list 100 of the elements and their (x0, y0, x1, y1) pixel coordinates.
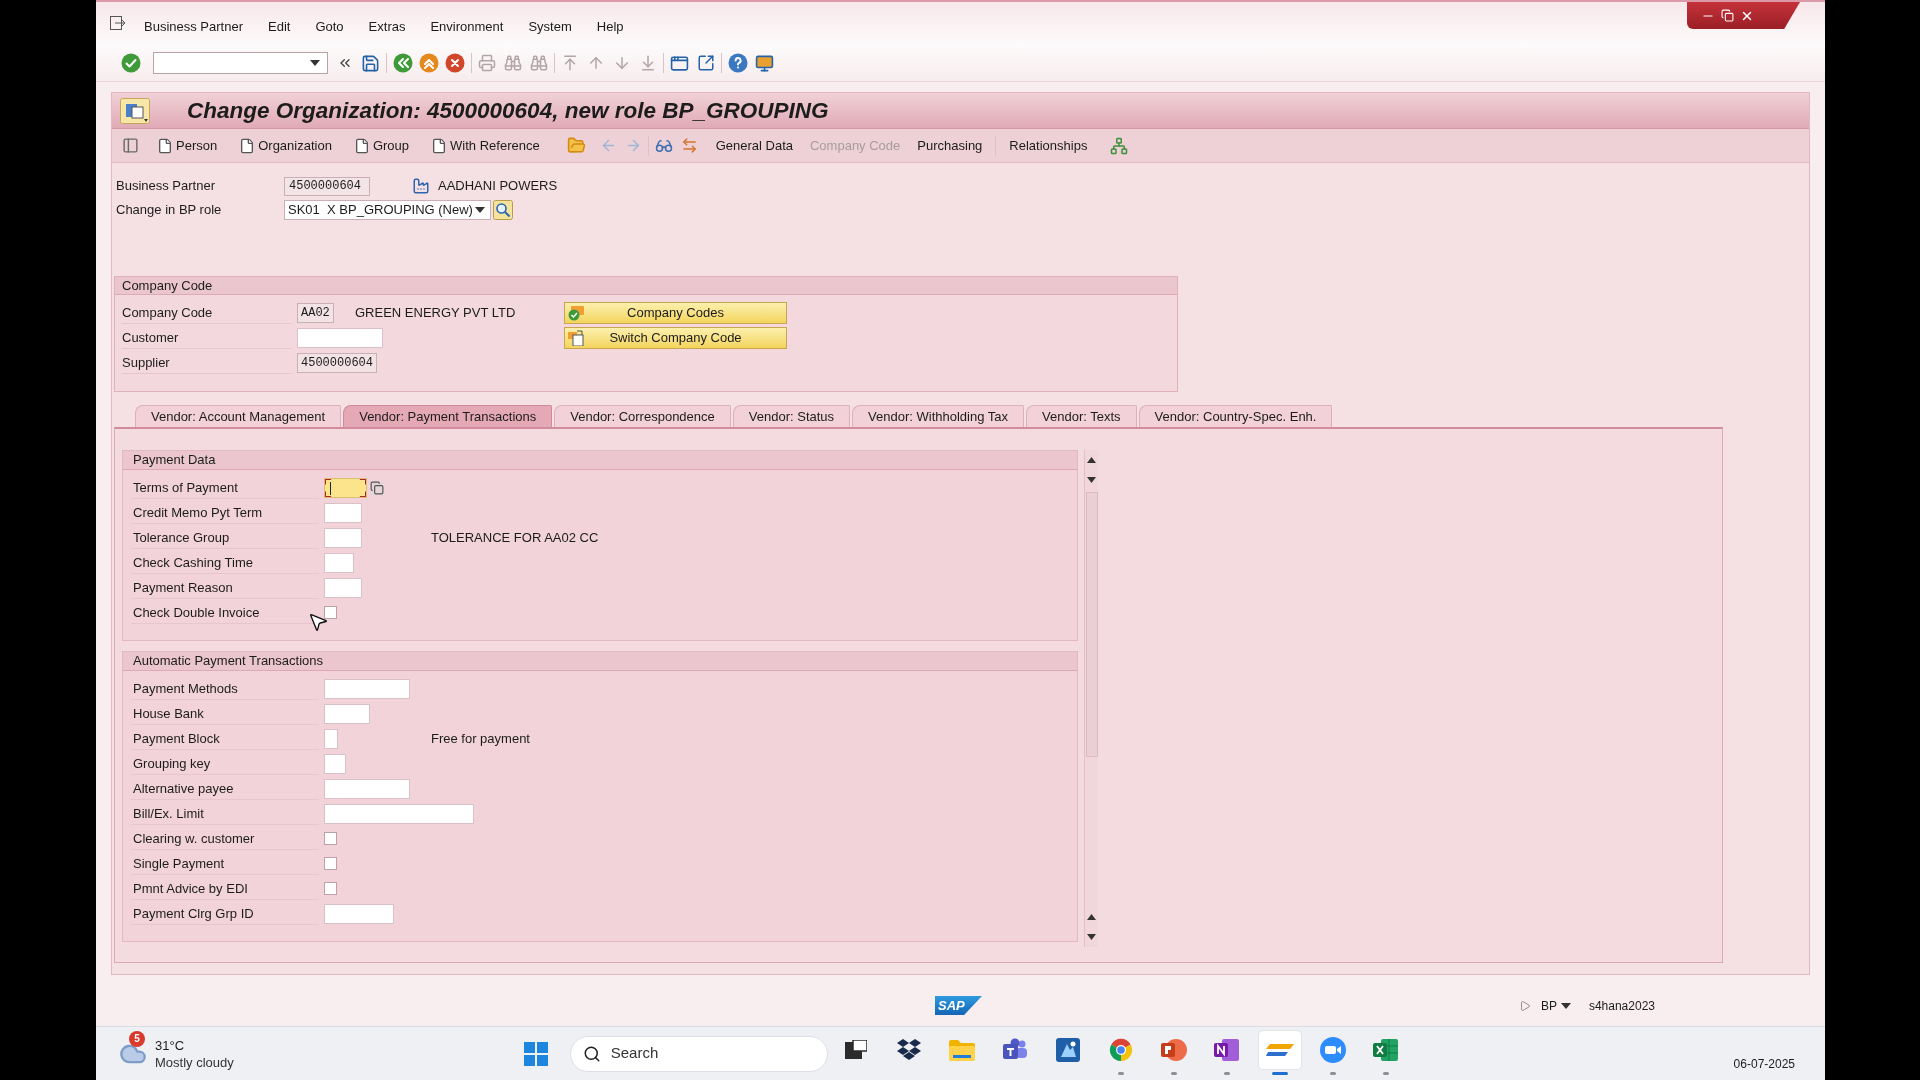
toolbar-button[interactable]: With Reference (431, 135, 540, 156)
menu-item[interactable]: Extras (368, 16, 406, 37)
page-icon (353, 137, 370, 154)
panel-icon[interactable] (122, 137, 139, 154)
field-label: Pmnt Advice by EDI (131, 877, 319, 900)
notification-badge: 5 (129, 1030, 145, 1047)
swap-arrows-icon[interactable] (680, 137, 698, 154)
field-label: Payment Clrg Grp ID (131, 902, 319, 925)
field-description: GREEN ENERGY PVT LTD (355, 303, 516, 322)
help-icon[interactable] (728, 53, 748, 73)
group-title: Company Code (122, 276, 213, 295)
scroll-up-icon[interactable] (1087, 457, 1096, 463)
menu-item[interactable]: System (528, 16, 572, 37)
tab[interactable]: Vendor: Country-Spec. Enh. (1138, 405, 1333, 427)
play-icon[interactable] (1518, 999, 1531, 1012)
toolbar-button[interactable]: Relationships (1009, 135, 1088, 156)
mouse-pointer-icon (307, 611, 329, 633)
video-camera-icon (1320, 1036, 1347, 1063)
windows-icon[interactable] (523, 1041, 548, 1066)
field-label: Check Cashing Time (131, 551, 319, 574)
toolbar-button[interactable]: Purchasing (917, 135, 983, 156)
menu-item[interactable]: Environment (430, 16, 504, 37)
caret-icon (475, 207, 485, 213)
network-icon[interactable] (1110, 136, 1129, 155)
page-arrow-icon (568, 330, 584, 346)
field-label: Terms of Payment (131, 476, 319, 499)
search-field[interactable]: Search (569, 1035, 828, 1072)
notebook-icon (1214, 1037, 1241, 1062)
checkbox[interactable] (324, 857, 337, 870)
scroll-down-icon[interactable] (1087, 934, 1096, 940)
binoculars-icon[interactable] (530, 54, 548, 72)
spreadsheet-icon (1373, 1037, 1400, 1062)
arrow-down-icon[interactable] (613, 54, 631, 72)
people-icon (1002, 1037, 1029, 1062)
restore-icon[interactable] (1721, 9, 1734, 22)
external-link-icon[interactable] (697, 54, 715, 72)
scrollbar[interactable] (1084, 450, 1098, 947)
menu-item[interactable]: Help (596, 16, 624, 37)
tab[interactable]: Vendor: Account Management (135, 405, 342, 427)
binoculars-icon[interactable] (504, 54, 522, 72)
tab[interactable]: Vendor: Payment Transactions (343, 405, 553, 427)
magnifier-icon[interactable] (493, 200, 513, 220)
caret-icon (310, 60, 320, 66)
search-icon (582, 1044, 601, 1063)
scrollbar-thumb[interactable] (1085, 492, 1098, 757)
input-field: 4500000604 (284, 176, 370, 196)
field-label: Alternative payee (131, 777, 319, 800)
field-label: Payment Reason (131, 576, 319, 599)
date-text: 06-07-2025 (1733, 1056, 1795, 1073)
command-field[interactable] (153, 52, 328, 74)
monitor-icon[interactable] (755, 53, 774, 73)
menu-item[interactable]: Edit (268, 16, 291, 37)
server-name: s4hana2023 (1588, 997, 1655, 1015)
check-icon[interactable] (121, 53, 141, 73)
overlapping-squares-icon[interactable] (370, 480, 384, 495)
action-button[interactable]: Company Codes (564, 302, 787, 324)
tab[interactable]: Vendor: Correspondence (554, 405, 731, 427)
scroll-up-icon[interactable] (1087, 914, 1096, 920)
scroll-down-icon[interactable] (1087, 477, 1096, 483)
folder-icon[interactable] (566, 136, 586, 155)
up-chevrons-icon[interactable] (419, 53, 439, 73)
field-label: Credit Memo Pyt Term (131, 501, 319, 524)
factory-icon (412, 177, 430, 195)
page-icon (157, 137, 173, 154)
action-button[interactable]: Switch Company Code (564, 327, 787, 349)
role-dropdown[interactable]: SK01 X BP_GROUPING (New) (284, 200, 491, 220)
field-label: Business Partner (116, 177, 216, 196)
folder-icon (949, 1038, 976, 1061)
checkbox[interactable] (324, 606, 337, 619)
box-arrow-icon[interactable] (110, 15, 126, 30)
group-title: Payment Data (133, 451, 216, 470)
partner-name: AADHANI POWERS (438, 177, 558, 196)
field-label: Clearing w. customer (131, 827, 319, 850)
input-field[interactable] (324, 477, 367, 498)
save-icon[interactable] (361, 53, 380, 73)
print-icon[interactable] (478, 54, 496, 72)
diamonds-icon (897, 1038, 922, 1061)
field-label: Single Payment (131, 852, 319, 875)
tab[interactable]: Vendor: Texts (1026, 405, 1137, 427)
back-icon[interactable] (393, 53, 413, 73)
cancel-icon[interactable] (445, 53, 465, 73)
toolbar-button[interactable]: Organization (239, 135, 332, 156)
field-label: Customer (122, 326, 292, 349)
transaction-code[interactable]: BP (1540, 996, 1557, 1015)
window-icon[interactable] (670, 53, 689, 73)
toolbar-button[interactable]: Person (157, 135, 218, 156)
checked-tile-icon (568, 306, 584, 321)
slides-icon (1161, 1037, 1188, 1062)
toolbar-button[interactable]: General Data (715, 135, 793, 156)
arrow-down-bar-icon[interactable] (639, 54, 657, 72)
page-icon (239, 137, 256, 154)
field-label: Change in BP role (116, 201, 223, 220)
tab[interactable]: Vendor: Status (732, 405, 851, 427)
menu-item[interactable]: Goto (315, 16, 344, 37)
arrow-up-bar-icon[interactable] (561, 54, 579, 72)
menu-item[interactable]: Business Partner (144, 16, 243, 37)
checkbox[interactable] (324, 882, 337, 895)
tab[interactable]: Vendor: Withholding Tax (852, 405, 1025, 427)
toolbar-button[interactable]: Group (353, 135, 410, 156)
checkbox[interactable] (324, 832, 337, 845)
